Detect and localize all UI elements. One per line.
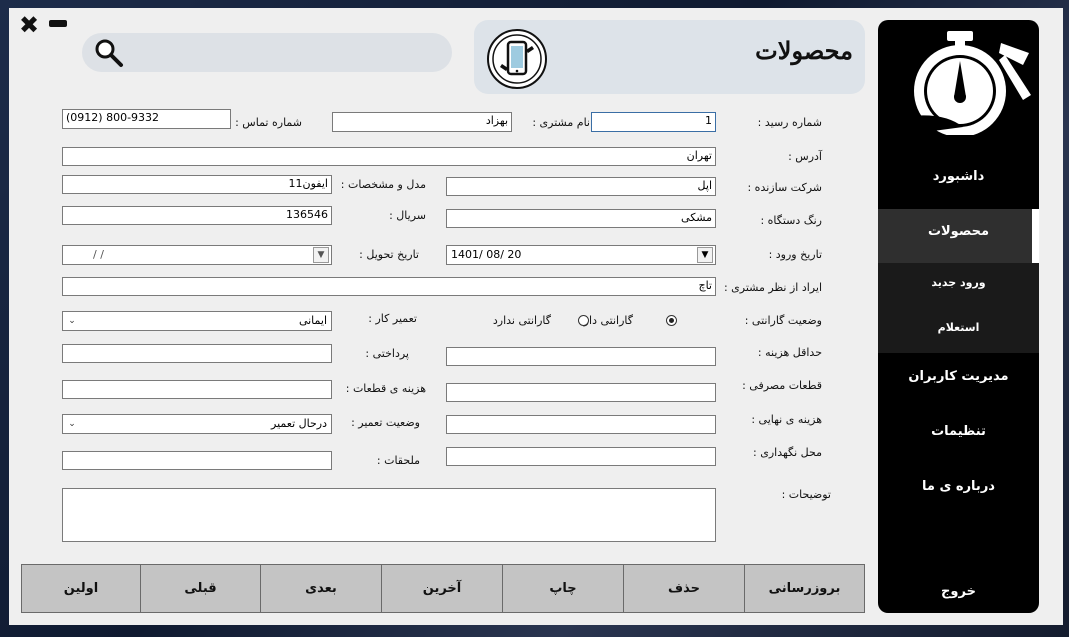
warranty-label: وضعیت گارانتی :: [744, 314, 822, 327]
model-label: مدل و مشخصات :: [340, 178, 426, 191]
customer-issue-label: ایراد از نظر مشتری :: [723, 281, 822, 294]
min-cost-field[interactable]: [446, 347, 716, 366]
next-button[interactable]: بعدی: [260, 564, 382, 613]
receipt-no-field[interactable]: 1: [591, 112, 716, 132]
repair-status-label: وضعیت تعمیر :: [351, 416, 420, 429]
chevron-down-icon[interactable]: ▼: [697, 247, 713, 263]
storage-label: محل نگهداری :: [753, 446, 822, 459]
last-button[interactable]: آخرین: [381, 564, 503, 613]
delivery-date-picker[interactable]: / / ▼: [62, 245, 332, 265]
chevron-down-icon[interactable]: ▼: [313, 247, 329, 263]
customer-issue-field[interactable]: تاچ: [62, 277, 716, 296]
final-cost-field[interactable]: [446, 415, 716, 434]
accessories-label: ملحقات :: [376, 454, 420, 467]
entry-date-label: تاریخ ورود :: [768, 248, 822, 261]
sidebar-item-logout[interactable]: خروج: [878, 584, 1039, 599]
minimize-icon[interactable]: [49, 20, 67, 27]
main-window: ✖ محصولات داشبورد محصولات ورود جدید استع…: [9, 8, 1063, 625]
update-button[interactable]: بروزرسانی: [744, 564, 865, 613]
min-cost-label: حداقل هزینه :: [757, 346, 822, 359]
first-button[interactable]: اولین: [21, 564, 141, 613]
action-bar: بروزرسانی حذف چاپ آخرین بعدی قبلی اولین: [21, 564, 865, 613]
technician-value: ایمانی: [298, 314, 327, 327]
chevron-down-icon[interactable]: ⌄: [65, 314, 79, 328]
previous-button[interactable]: قبلی: [140, 564, 261, 613]
stopwatch-hammer-icon: [903, 31, 1031, 135]
sidebar: داشبورد محصولات ورود جدید استعلام مدیریت…: [878, 20, 1039, 613]
phone-label: شماره تماس :: [235, 116, 302, 129]
technician-select[interactable]: ایمانی ⌄: [62, 311, 332, 331]
print-button[interactable]: چاپ: [502, 564, 624, 613]
notes-textarea[interactable]: [62, 488, 716, 542]
address-field[interactable]: تهران: [62, 147, 716, 166]
search-icon[interactable]: [94, 38, 124, 68]
search-input[interactable]: [82, 33, 452, 72]
customer-name-label: نام مشتری :: [532, 116, 590, 129]
warranty-yes-radio[interactable]: [666, 315, 677, 326]
customer-name-field[interactable]: بهزاد: [332, 112, 512, 132]
sidebar-item-user-management[interactable]: مدیریت کاربران: [878, 369, 1039, 384]
delivery-date-label: تاریخ تحویل :: [359, 248, 419, 261]
sidebar-item-inquiry[interactable]: استعلام: [878, 321, 1039, 334]
device-color-label: رنگ دستگاه :: [760, 214, 822, 227]
sidebar-item-settings[interactable]: تنظیمات: [878, 424, 1039, 439]
chevron-down-icon[interactable]: ⌄: [65, 417, 79, 431]
close-icon[interactable]: ✖: [19, 13, 39, 37]
parts-used-label: قطعات مصرفی :: [742, 379, 822, 392]
technician-label: تعمیر کار :: [368, 312, 417, 325]
warranty-no-radio[interactable]: [578, 315, 589, 326]
notes-label: توضیحات :: [781, 488, 831, 501]
delivery-date-value: / /: [93, 248, 104, 261]
parts-cost-field[interactable]: [62, 380, 332, 399]
delete-button[interactable]: حذف: [623, 564, 745, 613]
entry-date-value: 1401/ 08/ 20: [451, 248, 522, 261]
phone-field[interactable]: (0912) 800-9332: [62, 109, 231, 129]
model-field[interactable]: ایفون11: [62, 175, 332, 194]
sidebar-item-dashboard[interactable]: داشبورد: [878, 169, 1039, 184]
manufacturer-field[interactable]: اپل: [446, 177, 716, 196]
device-color-field[interactable]: مشکی: [446, 209, 716, 228]
repair-status-value: درحال تعمیر: [271, 417, 327, 430]
page-title: محصولات: [755, 36, 853, 65]
receipt-no-label: شماره رسید :: [757, 116, 822, 129]
paid-field[interactable]: [62, 344, 332, 363]
final-cost-label: هزینه ی نهایی :: [751, 413, 822, 426]
serial-label: سریال :: [389, 209, 426, 222]
entry-date-picker[interactable]: 1401/ 08/ 20 ▼: [446, 245, 716, 265]
serial-field[interactable]: 136546: [62, 206, 332, 225]
accessories-field[interactable]: [62, 451, 332, 470]
paid-label: پرداختی :: [365, 347, 409, 360]
sidebar-item-new-entry[interactable]: ورود جدید: [878, 276, 1039, 289]
warranty-no-label: گارانتی ندارد: [492, 314, 551, 327]
phone-repair-icon: [487, 29, 547, 89]
manufacturer-label: شرکت سازنده :: [747, 181, 822, 194]
parts-cost-label: هزینه ی قطعات :: [345, 382, 426, 395]
sidebar-item-about[interactable]: درباره ی ما: [878, 479, 1039, 494]
storage-field[interactable]: [446, 447, 716, 466]
parts-used-field[interactable]: [446, 383, 716, 402]
sidebar-item-products[interactable]: محصولات: [878, 224, 1039, 239]
repair-status-select[interactable]: درحال تعمیر ⌄: [62, 414, 332, 434]
address-label: آدرس :: [788, 150, 822, 163]
